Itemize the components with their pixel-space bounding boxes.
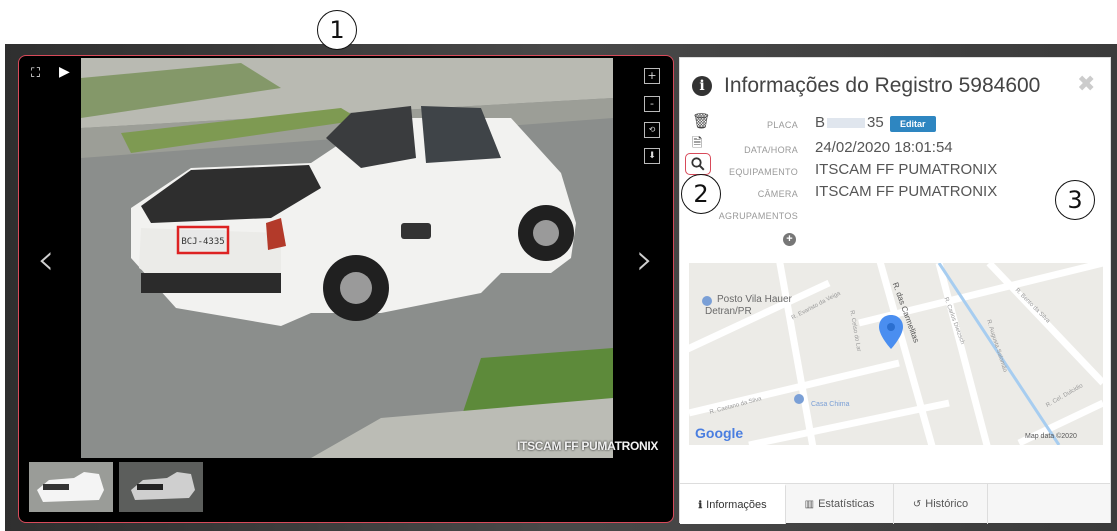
tab-estatisticas[interactable]: ▥ Estatísticas — [786, 484, 894, 524]
info-icon: i — [692, 76, 712, 96]
zoom-out-icon[interactable]: - — [644, 96, 660, 112]
vehicle-photo[interactable]: BCJ-4335 — [81, 58, 613, 458]
thumbnail-1[interactable] — [29, 462, 113, 512]
map-attribution: Map data ©2020 — [1025, 433, 1077, 440]
info-icon: ℹ — [698, 499, 703, 511]
callout-2: 2 — [681, 174, 721, 214]
tab-informacoes[interactable]: ℹ Informações — [680, 484, 786, 524]
edit-button[interactable]: Editar — [890, 116, 936, 132]
record-info-panel: i Informações do Registro 5984600 ✖ 🗑 🗎 … — [679, 57, 1111, 524]
tab-historico[interactable]: ↺ Histórico — [894, 484, 988, 524]
callout-3: 3 — [1055, 180, 1095, 220]
plate-prefix: B — [815, 114, 826, 131]
map-place-name: Posto Vila Hauer — [717, 294, 792, 305]
panel-tabs: ℹ Informações ▥ Estatísticas ↺ Histórico — [680, 483, 1110, 524]
close-icon[interactable]: ✖ — [1077, 72, 1095, 97]
thumbnail-2[interactable] — [119, 462, 203, 512]
map-place-sub: Detran/PR — [705, 306, 752, 317]
svg-text:BCJ-4335: BCJ-4335 — [181, 237, 224, 247]
field-value-equipamento: ITSCAM FF PUMATRONIX — [815, 161, 998, 178]
callout-1: 1 — [317, 10, 357, 50]
field-value-datahora: 24/02/2020 18:01:54 — [815, 139, 953, 156]
rotate-icon[interactable]: ⟲ — [644, 122, 660, 138]
plate-redacted — [827, 118, 866, 129]
plate-suffix: 35 — [867, 114, 884, 131]
field-value-camera: ITSCAM FF PUMATRONIX — [815, 183, 998, 200]
field-label-datahora: DATA/HORA — [744, 145, 798, 155]
chevron-right-icon[interactable]: › — [636, 234, 654, 285]
location-map[interactable]: Posto Vila Hauer Detran/PR Casa Chima R.… — [689, 263, 1103, 445]
camera-watermark: ITSCAM FF PUMATRONIX — [517, 439, 659, 453]
zoom-in-icon[interactable]: + — [644, 68, 660, 84]
play-icon[interactable]: ▶ — [59, 64, 70, 80]
image-viewer: ⛶ ▶ BCJ-4335 + - ⟲ ⬇ ‹ › ITSCAM FF PUMAT… — [18, 55, 674, 523]
bar-chart-icon: ▥ — [804, 498, 815, 510]
field-value-placa: B 35 — [815, 114, 884, 131]
field-label-placa: PLACA — [766, 120, 798, 130]
history-icon: ↺ — [912, 498, 922, 510]
download-icon[interactable]: ⬇ — [644, 148, 660, 164]
map-poi: Casa Chima — [811, 401, 850, 408]
expand-icon[interactable]: ⛶ — [31, 66, 40, 81]
google-logo: Google — [695, 425, 744, 441]
chevron-left-icon[interactable]: ‹ — [37, 234, 55, 285]
panel-title: Informações do Registro 5984600 — [724, 74, 1041, 97]
add-group-icon[interactable]: + — [783, 233, 796, 246]
